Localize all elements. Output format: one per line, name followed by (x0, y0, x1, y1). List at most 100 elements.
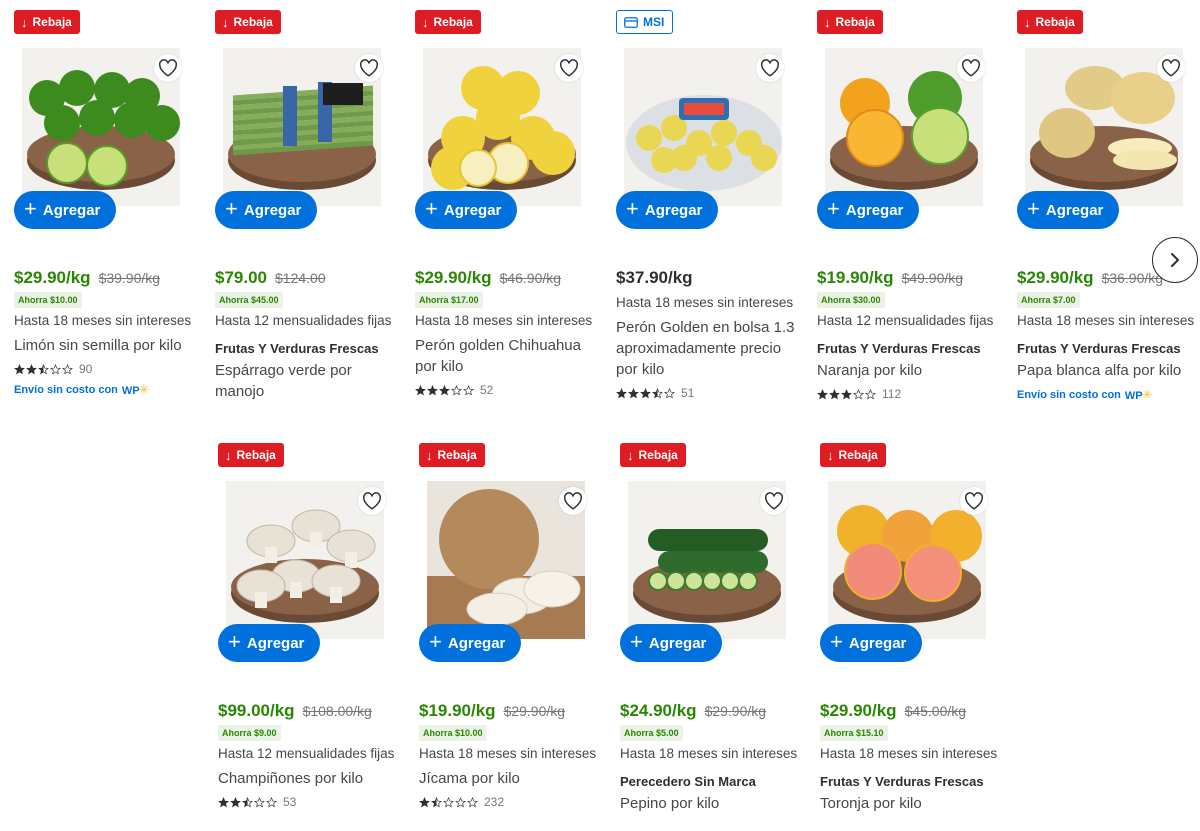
favorite-button[interactable] (960, 487, 988, 515)
sale-badge: ↓ Rebaja (218, 443, 284, 467)
add-button-label: Agregar (848, 634, 907, 652)
original-price: $36.90/kg (1101, 270, 1164, 286)
original-price: $108.00/kg (302, 703, 372, 719)
add-to-cart-button[interactable]: + Agregar (218, 624, 320, 662)
product-info: $19.90/kg $49.90/kg Ahorra $30.00 Hasta … (817, 268, 1007, 401)
star-icon (242, 796, 253, 808)
star-icon (652, 387, 663, 399)
add-button-label: Agregar (1045, 201, 1104, 219)
chevron-right-icon (1171, 253, 1179, 267)
product-info: $29.90/kg $36.90/kg Ahorra $7.00 Hasta 1… (1017, 268, 1200, 403)
savings-badge: Ahorra $15.10 (820, 725, 888, 741)
add-to-cart-button[interactable]: + Agregar (419, 624, 521, 662)
product-info: $24.90/kg $29.90/kg Ahorra $5.00 Hasta 1… (620, 701, 810, 814)
plus-icon: + (830, 629, 843, 654)
add-to-cart-button[interactable]: + Agregar (817, 191, 919, 229)
heart-outline-icon (965, 492, 983, 510)
star-icon (829, 388, 840, 400)
current-price: $79.00 (215, 268, 267, 287)
current-price: $99.00/kg (218, 701, 295, 720)
current-price: $29.90/kg (1017, 268, 1094, 287)
product-title[interactable]: Jícama por kilo (419, 768, 609, 789)
star-icon (467, 796, 478, 808)
review-count: 53 (283, 795, 297, 809)
badge-label: Rebaja (437, 448, 477, 462)
favorite-button[interactable] (1157, 54, 1185, 82)
star-icon (439, 384, 450, 396)
star-icon (455, 796, 466, 808)
carousel-next-button[interactable] (1152, 237, 1198, 283)
price-row: $24.90/kg $29.90/kg (620, 701, 810, 723)
favorite-button[interactable] (355, 54, 383, 82)
plus-icon: + (827, 196, 840, 221)
product-info: $37.90/kg Hasta 18 meses sin intereses P… (616, 268, 806, 400)
product-info: $29.90/kg $39.90/kg Ahorra $10.00 Hasta … (14, 268, 204, 398)
add-to-cart-button[interactable]: + Agregar (1017, 191, 1119, 229)
plus-icon: + (228, 629, 241, 654)
product-title[interactable]: Naranja por kilo (817, 360, 1007, 381)
favorite-button[interactable] (756, 54, 784, 82)
original-price: $29.90/kg (704, 703, 767, 719)
original-price: $45.00/kg (904, 703, 967, 719)
add-button-label: Agregar (243, 201, 302, 219)
add-to-cart-button[interactable]: + Agregar (215, 191, 317, 229)
add-to-cart-button[interactable]: + Agregar (820, 624, 922, 662)
product-title[interactable]: Perón golden Chihuahua por kilo (415, 335, 605, 377)
installments-text: Hasta 12 mensualidades fijas (218, 746, 395, 761)
product-title[interactable]: Limón sin semilla por kilo (14, 335, 204, 356)
product-title[interactable]: Pepino por kilo (620, 793, 810, 814)
savings-badge: Ahorra $30.00 (817, 292, 885, 308)
star-icon (664, 387, 675, 399)
rating: 90 (14, 362, 204, 376)
free-shipping-note: Envío sin costo con WP✳ (14, 382, 204, 398)
current-price: $29.90/kg (415, 268, 492, 287)
heart-outline-icon (765, 492, 783, 510)
star-icon (616, 387, 627, 399)
heart-outline-icon (360, 59, 378, 77)
current-price: $19.90/kg (419, 701, 496, 720)
star-icon (640, 387, 651, 399)
product-title[interactable]: Espárrago verde por manojo (215, 360, 405, 402)
product-title[interactable]: Perón Golden en bolsa 1.3 aproximadament… (616, 317, 806, 380)
review-count: 51 (681, 386, 695, 400)
plus-icon: + (1027, 196, 1040, 221)
favorite-button[interactable] (559, 487, 587, 515)
product-info: $99.00/kg $108.00/kg Ahorra $9.00 Hasta … (218, 701, 408, 809)
favorite-button[interactable] (760, 487, 788, 515)
add-to-cart-button[interactable]: + Agregar (415, 191, 517, 229)
product-title[interactable]: Toronja por kilo (820, 793, 1010, 814)
installments-text: Hasta 18 meses sin intereses (820, 746, 998, 761)
favorite-button[interactable] (555, 54, 583, 82)
add-button-label: Agregar (648, 634, 707, 652)
star-icon (628, 387, 639, 399)
current-price: $19.90/kg (817, 268, 894, 287)
current-price: $37.90/kg (616, 268, 693, 287)
star-rating (14, 363, 73, 375)
product-info: $29.90/kg $45.00/kg Ahorra $15.10 Hasta … (820, 701, 1010, 814)
add-to-cart-button[interactable]: + Agregar (14, 191, 116, 229)
rating: 51 (616, 386, 806, 400)
add-to-cart-button[interactable]: + Agregar (616, 191, 718, 229)
arrow-down-icon: ↓ (1024, 14, 1031, 30)
add-to-cart-button[interactable]: + Agregar (620, 624, 722, 662)
favorite-button[interactable] (154, 54, 182, 82)
add-button-label: Agregar (443, 201, 502, 219)
review-count: 232 (484, 795, 505, 809)
star-icon (451, 384, 462, 396)
badge-label: Rebaja (433, 15, 473, 29)
star-icon (218, 796, 229, 808)
product-title[interactable]: Papa blanca alfa por kilo (1017, 360, 1200, 381)
star-icon (419, 796, 430, 808)
rating: 53 (218, 795, 408, 809)
arrow-down-icon: ↓ (21, 14, 28, 30)
add-button-label: Agregar (845, 201, 904, 219)
product-brand: Perecedero Sin Marca (620, 774, 756, 789)
favorite-button[interactable] (957, 54, 985, 82)
badge-label: Rebaja (638, 448, 678, 462)
star-icon (443, 796, 454, 808)
product-title[interactable]: Champiñones por kilo (218, 768, 408, 789)
installments-text: Hasta 12 mensualidades fijas (817, 313, 994, 328)
shipping-text: Envío sin costo con (14, 384, 118, 396)
favorite-button[interactable] (358, 487, 386, 515)
star-rating (218, 796, 277, 808)
